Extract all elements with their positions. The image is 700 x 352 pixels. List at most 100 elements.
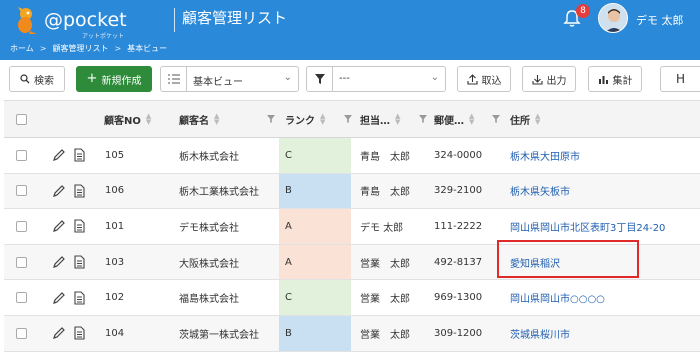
filter-icon[interactable] <box>267 101 275 137</box>
customer-no: 103 <box>105 256 125 268</box>
sort-icon: ▲ ▼ <box>395 112 401 126</box>
postal-code: 309-1200 <box>434 327 483 339</box>
postal-code: 492-8137 <box>434 256 483 268</box>
row-checkbox[interactable] <box>16 316 27 351</box>
user-name[interactable]: デモ 太郎 <box>636 12 684 28</box>
column-header-label: 郵便… <box>434 115 464 127</box>
aggregate-label: 集計 <box>612 75 633 87</box>
table-row[interactable]: 104 茨城第一株式会社 B 営業 太郎 309-1200 茨城県桜川市 <box>4 316 700 352</box>
column-header-address[interactable]: 住所 ▲ ▼ <box>510 101 540 137</box>
customer-name: デモ株式会社 <box>179 222 239 234</box>
address-link[interactable]: 栃木県矢板市 <box>510 174 570 209</box>
bar-chart-icon <box>598 75 608 84</box>
column-header-label: 住所 <box>510 115 530 127</box>
customer-no: 101 <box>105 220 125 232</box>
filter-icon[interactable] <box>344 101 352 137</box>
breadcrumb-separator-icon: > <box>114 44 122 53</box>
address-link[interactable]: 栃木県大田原市 <box>510 138 580 173</box>
rank-cell: A <box>279 244 351 280</box>
row-checkbox[interactable] <box>16 245 27 280</box>
breadcrumb-home[interactable]: ホーム <box>10 43 34 54</box>
highlight-box <box>497 240 639 278</box>
import-label: 取込 <box>481 75 502 87</box>
row-checkbox[interactable] <box>16 174 27 209</box>
aggregate-button[interactable]: 集計 <box>588 66 642 92</box>
filter-select[interactable]: --- ⌄ <box>306 66 446 92</box>
postal-code: 324-0000 <box>434 149 483 161</box>
pencil-icon[interactable] <box>52 316 66 351</box>
address-link[interactable]: 岡山県岡山市北区表町3丁目24-20 <box>510 209 665 244</box>
kangaroo-logo-icon <box>18 7 37 34</box>
staff-name: 営業 太郎 <box>360 329 410 341</box>
document-icon[interactable] <box>72 174 86 209</box>
user-photo-icon <box>599 4 627 32</box>
search-button[interactable]: 検索 <box>9 66 65 92</box>
select-all-checkbox[interactable] <box>16 101 27 137</box>
column-header-name[interactable]: 顧客名 ▲ ▼ <box>179 101 219 137</box>
staff-name: 青島 太郎 <box>360 151 410 163</box>
column-header-no[interactable]: 顧客NO ▲ ▼ <box>104 101 151 137</box>
sort-icon: ▲ ▼ <box>469 112 475 126</box>
customer-name: 大阪株式会社 <box>179 258 239 270</box>
extra-button-label: H <box>675 72 686 86</box>
document-icon[interactable] <box>72 138 86 173</box>
logo-text: @pocket <box>44 9 127 31</box>
app-title: 顧客管理リスト <box>182 9 288 27</box>
avatar[interactable] <box>598 3 628 33</box>
customer-name: 福島株式会社 <box>179 294 239 306</box>
column-header-rank[interactable]: ランク ▲ ▼ <box>285 101 325 137</box>
staff-name: 青島 太郎 <box>360 187 410 199</box>
breadcrumb-list[interactable]: 顧客管理リスト <box>52 43 108 54</box>
customer-no: 106 <box>105 185 125 197</box>
breadcrumb-view: 基本ビュー <box>127 44 168 53</box>
address-link[interactable]: 茨城県桜川市 <box>510 316 570 351</box>
search-icon <box>20 74 30 84</box>
customer-table: 顧客NO ▲▼ 顧客名 ▲▼ ランク ▲▼ 担当… ▲▼ 郵便… ▲▼ <box>4 100 700 352</box>
pencil-icon[interactable] <box>52 174 66 209</box>
breadcrumb: ホーム > 顧客管理リスト > 基本ビュー <box>10 43 167 54</box>
pencil-icon[interactable] <box>52 209 66 244</box>
customer-name: 茨城第一株式会社 <box>179 329 259 341</box>
table-row[interactable]: 102 福島株式会社 C 営業 太郎 969-1300 岡山県岡山市○○○○ <box>4 280 700 316</box>
export-button[interactable]: 出力 <box>522 66 576 92</box>
app-logo[interactable]: @pocket アットポケット <box>8 2 138 40</box>
sort-icon: ▲ ▼ <box>145 112 152 126</box>
pencil-icon[interactable] <box>52 280 66 315</box>
row-checkbox[interactable] <box>16 280 27 315</box>
postal-code: 969-1300 <box>434 292 483 304</box>
import-button[interactable]: 取込 <box>457 66 511 92</box>
table-row[interactable]: 105 栃木株式会社 C 青島 太郎 324-0000 栃木県大田原市 <box>4 138 700 174</box>
column-header-staff[interactable]: 担当… ▲ ▼ <box>360 101 400 137</box>
row-checkbox[interactable] <box>16 138 27 173</box>
filter-icon[interactable] <box>419 101 427 137</box>
view-select[interactable]: 基本ビュー ⌄ <box>160 66 299 92</box>
list-icon <box>161 67 187 91</box>
table-row[interactable]: 106 栃木工業株式会社 B 青島 太郎 329-2100 栃木県矢板市 <box>4 173 700 210</box>
filter-icon[interactable] <box>492 101 500 137</box>
pencil-icon[interactable] <box>52 245 66 280</box>
new-record-button[interactable]: + 新規作成 <box>76 66 152 92</box>
customer-name: 栃木株式会社 <box>179 151 239 163</box>
toolbar: 検索 + 新規作成 基本ビュー ⌄ --- ⌄ 取込 出力 集計 H <box>0 62 700 96</box>
extra-button[interactable]: H <box>660 66 700 92</box>
document-icon[interactable] <box>72 280 86 315</box>
pencil-icon[interactable] <box>52 138 66 173</box>
document-icon[interactable] <box>72 209 86 244</box>
breadcrumb-separator-icon: > <box>39 44 47 53</box>
chevron-down-icon: ⌄ <box>283 72 292 83</box>
download-icon <box>531 74 543 85</box>
column-header-label: 担当… <box>360 115 390 127</box>
title-divider <box>174 8 175 32</box>
customer-name: 栃木工業株式会社 <box>179 187 259 199</box>
notification-badge: 8 <box>576 4 590 18</box>
row-checkbox[interactable] <box>16 209 27 244</box>
sort-icon: ▲ ▼ <box>320 112 326 126</box>
address-link[interactable]: 岡山県岡山市○○○○ <box>510 280 605 315</box>
column-header-label: ランク <box>285 115 315 127</box>
document-icon[interactable] <box>72 316 86 351</box>
document-icon[interactable] <box>72 245 86 280</box>
column-header-zip[interactable]: 郵便… ▲ ▼ <box>434 101 474 137</box>
app-header: @pocket アットポケット 顧客管理リスト 8 デモ 太郎 ホーム > 顧客… <box>0 0 700 60</box>
table-header-row: 顧客NO ▲▼ 顧客名 ▲▼ ランク ▲▼ 担当… ▲▼ 郵便… ▲▼ <box>4 101 700 138</box>
logo-subtext: アットポケット <box>82 33 125 40</box>
